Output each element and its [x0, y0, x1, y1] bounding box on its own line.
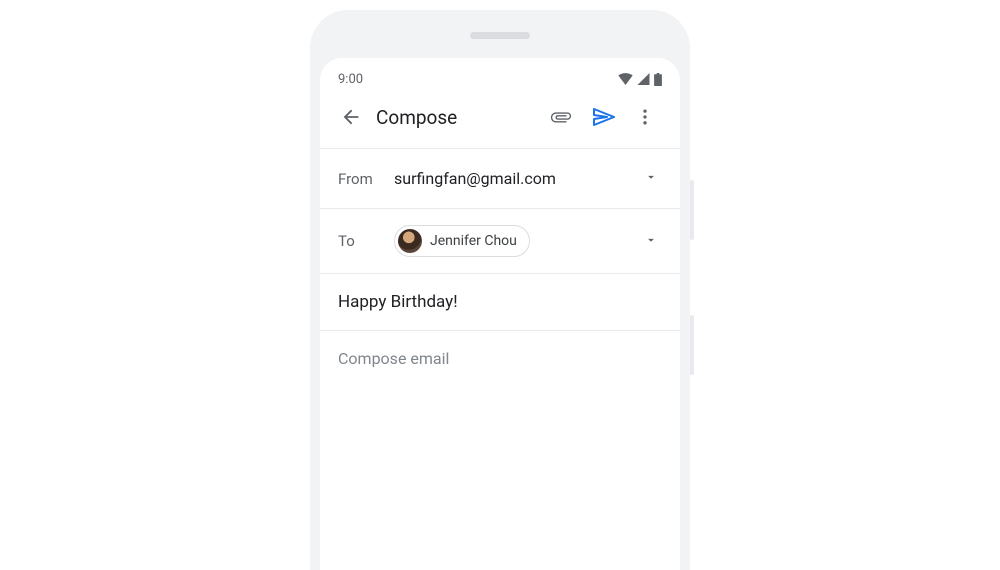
recipient-chip[interactable]: Jennifer Chou — [394, 225, 530, 257]
paperclip-icon — [550, 106, 572, 128]
phone-side-button — [690, 315, 694, 375]
arrow-back-icon — [340, 106, 362, 128]
back-button[interactable] — [330, 96, 372, 138]
overflow-menu-button[interactable] — [624, 96, 666, 138]
from-row[interactable]: From surfingfan@gmail.com — [320, 148, 680, 208]
body-input[interactable]: Compose email — [320, 330, 680, 570]
avatar — [398, 229, 422, 253]
phone-speaker — [470, 32, 530, 39]
phone-frame: 9:00 Compose From surfingfa — [310, 10, 690, 570]
send-button[interactable] — [582, 96, 624, 138]
to-expand[interactable] — [640, 228, 662, 255]
subject-input[interactable]: Happy Birthday! — [320, 273, 680, 330]
status-icons — [618, 73, 662, 86]
cellular-icon — [637, 73, 650, 85]
app-bar: Compose — [320, 92, 680, 142]
more-vert-icon — [635, 107, 655, 127]
to-value: Jennifer Chou — [394, 225, 640, 257]
to-label: To — [338, 232, 394, 250]
status-time: 9:00 — [338, 72, 363, 87]
recipient-name: Jennifer Chou — [430, 233, 517, 249]
from-value: surfingfan@gmail.com — [394, 169, 640, 188]
chevron-down-icon — [644, 170, 658, 184]
screen: 9:00 Compose From surfingfa — [320, 58, 680, 570]
from-label: From — [338, 170, 394, 188]
app-bar-title: Compose — [376, 106, 540, 129]
from-expand[interactable] — [640, 165, 662, 192]
to-row[interactable]: To Jennifer Chou — [320, 208, 680, 273]
battery-icon — [654, 73, 662, 86]
send-icon — [591, 105, 615, 129]
phone-side-button — [690, 180, 694, 240]
wifi-icon — [618, 73, 633, 85]
chevron-down-icon — [644, 233, 658, 247]
status-bar: 9:00 — [320, 66, 680, 92]
attachment-button[interactable] — [540, 96, 582, 138]
